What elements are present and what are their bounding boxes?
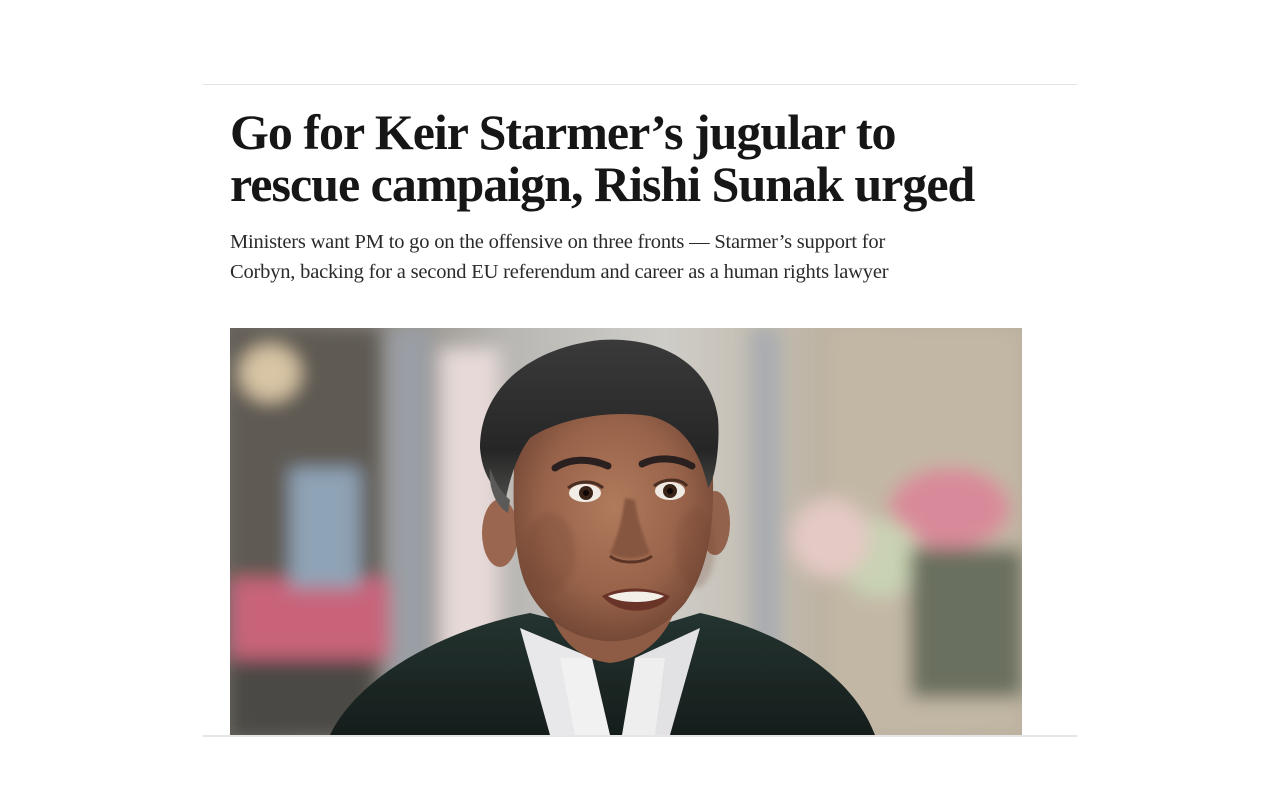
- top-divider: [203, 84, 1077, 85]
- bottom-divider: [203, 735, 1077, 737]
- article-lead-photo: [230, 328, 1022, 735]
- article-headline: Go for Keir Starmer’s jugular to rescue …: [230, 106, 1050, 210]
- headline-line-2: rescue campaign, Rishi Sunak urged: [230, 156, 975, 212]
- headline-line-1: Go for Keir Starmer’s jugular to: [230, 104, 897, 160]
- standfirst-line-2: Corbyn, backing for a second EU referend…: [230, 261, 889, 283]
- portrait-image: [230, 328, 1022, 735]
- article-standfirst: Ministers want PM to go on the offensive…: [230, 227, 1020, 287]
- standfirst-line-1: Ministers want PM to go on the offensive…: [230, 231, 886, 253]
